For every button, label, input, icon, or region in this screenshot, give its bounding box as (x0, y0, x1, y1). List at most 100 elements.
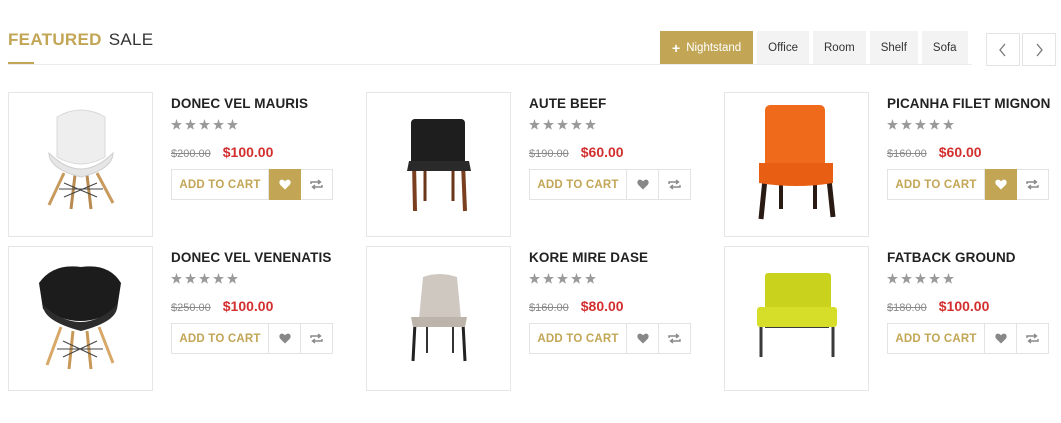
product-image[interactable] (8, 92, 153, 237)
tab-label: Shelf (880, 41, 907, 54)
star-icon (543, 119, 554, 130)
compare-button[interactable] (659, 323, 691, 354)
section-title-strong: FEATURED (8, 30, 102, 49)
rating-stars (529, 273, 709, 284)
section-title: FEATURED SALE (8, 30, 153, 50)
star-icon (901, 273, 912, 284)
star-icon (557, 273, 568, 284)
wishlist-button[interactable] (985, 169, 1017, 200)
new-price: $60.00 (938, 144, 982, 160)
tab-shelf[interactable]: Shelf (869, 31, 918, 64)
star-icon (543, 273, 554, 284)
star-icon (227, 273, 238, 284)
star-icon (571, 273, 582, 284)
rating-stars (529, 119, 709, 130)
compare-button[interactable] (301, 169, 333, 200)
add-to-cart-button[interactable]: ADD TO CART (171, 323, 269, 354)
compare-icon (310, 333, 323, 344)
add-to-cart-button[interactable]: ADD TO CART (171, 169, 269, 200)
tab-sofa[interactable]: Sofa (921, 31, 968, 64)
compare-icon (1026, 179, 1039, 190)
chevron-left-icon (999, 43, 1006, 56)
compare-icon (310, 179, 323, 190)
star-icon (943, 273, 954, 284)
star-icon (585, 119, 596, 130)
heart-icon (636, 179, 649, 190)
product-card: KORE MIRE DASE $160.00 $80.00 ADD TO CAR… (366, 246, 706, 392)
tab-label: Sofa (932, 41, 957, 54)
product-image[interactable] (366, 246, 511, 391)
rating-stars (887, 119, 1061, 130)
plus-icon: + (672, 39, 681, 56)
tab-office[interactable]: Office (757, 31, 809, 64)
new-price: $80.00 (580, 298, 624, 314)
compare-icon (668, 333, 681, 344)
product-image[interactable] (8, 246, 153, 391)
add-to-cart-button[interactable]: ADD TO CART (529, 169, 627, 200)
product-image[interactable] (724, 246, 869, 391)
rating-stars (171, 119, 351, 130)
star-icon (171, 119, 182, 130)
old-price: $180.00 (887, 302, 927, 314)
category-tabs: + Nightstand Office Room Shelf Sofa (660, 31, 968, 64)
product-name[interactable]: DONEC VEL MAURIS (171, 96, 351, 111)
compare-button[interactable] (1017, 323, 1049, 354)
star-icon (901, 119, 912, 130)
product-name[interactable]: KORE MIRE DASE (529, 250, 709, 265)
orange-upholstered-chair-image (758, 105, 836, 220)
product-name[interactable]: AUTE BEEF (529, 96, 709, 111)
tab-room[interactable]: Room (813, 31, 866, 64)
heart-icon (994, 179, 1007, 190)
star-icon (185, 273, 196, 284)
carousel-next-button[interactable] (1022, 33, 1056, 66)
tab-label: Office (768, 41, 798, 54)
product-name[interactable]: PICANHA FILET MIGNON (887, 96, 1061, 111)
star-icon (529, 119, 540, 130)
star-icon (171, 273, 182, 284)
star-icon (199, 119, 210, 130)
star-icon (585, 273, 596, 284)
white-eames-chair-image (47, 109, 115, 210)
rating-stars (171, 273, 351, 284)
compare-button[interactable] (301, 323, 333, 354)
yellow-lounge-chair-image (757, 273, 837, 357)
star-icon (199, 273, 210, 284)
old-price: $160.00 (529, 302, 569, 314)
star-icon (887, 273, 898, 284)
product-name[interactable]: FATBACK GROUND (887, 250, 1061, 265)
carousel-prev-button[interactable] (986, 33, 1020, 66)
star-icon (929, 273, 940, 284)
old-price: $250.00 (171, 302, 211, 314)
tab-nightstand[interactable]: + Nightstand (660, 31, 754, 64)
star-icon (887, 119, 898, 130)
star-icon (571, 119, 582, 130)
add-to-cart-button[interactable]: ADD TO CART (887, 169, 985, 200)
wishlist-button[interactable] (627, 169, 659, 200)
product-image[interactable] (366, 92, 511, 237)
tab-label: Room (824, 41, 855, 54)
add-to-cart-button[interactable]: ADD TO CART (887, 323, 985, 354)
new-price: $60.00 (580, 144, 624, 160)
wishlist-button[interactable] (627, 323, 659, 354)
wishlist-button[interactable] (985, 323, 1017, 354)
section-title-light: SALE (108, 30, 154, 49)
black-dining-chair-image (407, 119, 471, 212)
product-image[interactable] (724, 92, 869, 237)
new-price: $100.00 (222, 144, 274, 160)
old-price: $200.00 (171, 148, 211, 160)
compare-button[interactable] (659, 169, 691, 200)
product-card: FATBACK GROUND $180.00 $100.00 ADD TO CA… (724, 246, 1061, 392)
add-to-cart-button[interactable]: ADD TO CART (529, 323, 627, 354)
new-price: $100.00 (222, 298, 274, 314)
product-name[interactable]: DONEC VEL VENENATIS (171, 250, 351, 265)
product-card: DONEC VEL VENENATIS $250.00 $100.00 ADD … (8, 246, 348, 392)
star-icon (557, 119, 568, 130)
wishlist-button[interactable] (269, 323, 301, 354)
wishlist-button[interactable] (269, 169, 301, 200)
heart-icon (636, 333, 649, 344)
star-icon (185, 119, 196, 130)
compare-button[interactable] (1017, 169, 1049, 200)
compare-icon (668, 179, 681, 190)
heart-icon (278, 333, 291, 344)
star-icon (943, 119, 954, 130)
